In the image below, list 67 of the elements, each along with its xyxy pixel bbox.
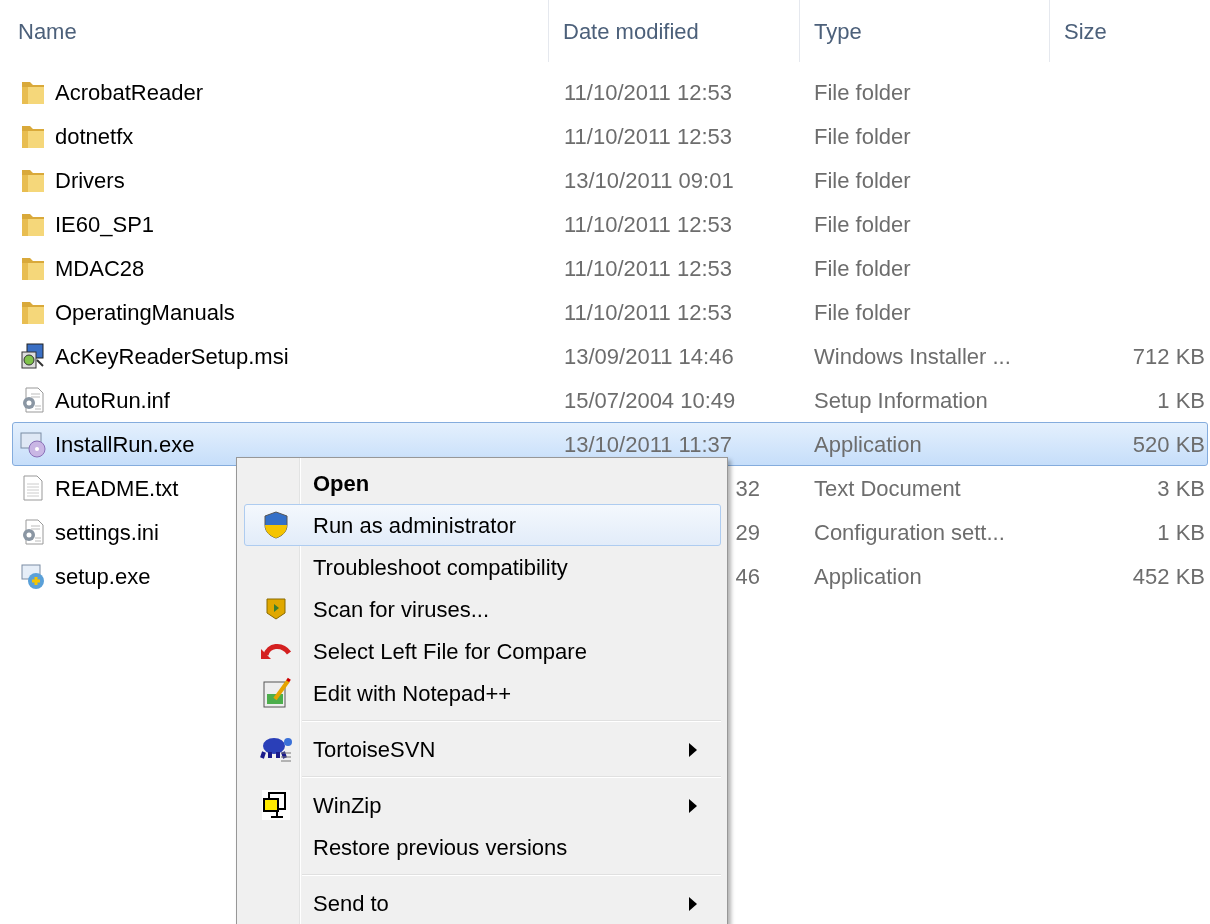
file-type: Configuration sett... [814,519,1005,545]
menu-item[interactable]: Edit with Notepad++ [244,672,721,714]
menu-item[interactable]: Select Left File for Compare [244,630,721,672]
file-type: File folder [814,255,911,281]
submenu-arrow-icon [688,798,698,814]
file-type: Text Document [814,475,961,501]
setup-icon [19,562,47,590]
date-modified: 11/10/2011 12:53 [564,255,732,281]
date-modified: 15/07/2004 10:49 [564,387,736,413]
menu-item[interactable]: Run as administrator [244,504,721,546]
menu-item[interactable]: Send to [244,882,721,924]
file-name[interactable]: settings.ini [55,515,159,549]
date-modified: 13/10/2011 11:37 [564,431,732,457]
column-header[interactable]: Name [0,0,549,62]
file-name[interactable]: IE60_SP1 [55,207,155,241]
notepad-icon [261,677,291,709]
file-name[interactable]: AcrobatReader [55,75,203,109]
menu-item[interactable]: WinZip [244,784,721,826]
date-modified: 13/10/2011 09:01 [564,167,734,193]
folder-monitor-icon [261,789,291,821]
date-modified: 11/10/2011 12:53 [564,299,732,325]
submenu-arrow-icon [688,896,698,912]
file-name[interactable]: OperatingManuals [55,295,235,329]
file-name[interactable]: setup.exe [55,559,151,593]
file-type: File folder [814,123,911,149]
file-size: 1 KB [1157,519,1205,545]
installer-icon [19,342,47,370]
file-type: Windows Installer ... [814,343,1011,369]
file-name: InstallRun.exe [55,430,195,459]
file-size: 520 KB [1132,431,1205,457]
file-type: File folder [814,299,911,325]
undo-arrow-icon [260,641,292,661]
file-type: File folder [814,167,911,193]
shield-icon [263,511,289,539]
scan-shield-icon [265,597,287,621]
file-name[interactable]: AutoRun.inf [55,383,170,417]
date-modified: 11/10/2011 12:53 [564,123,732,149]
file-type: Application [814,563,922,589]
file-type: Setup Information [814,387,988,413]
file-name[interactable]: dotnetfx [55,119,134,153]
date-modified: 13/09/2011 14:46 [564,343,734,369]
menu-item[interactable]: Restore previous versions [244,826,721,868]
file-name[interactable]: README.txt [55,471,179,505]
file-name[interactable]: AcKeyReaderSetup.msi [55,339,289,373]
file-size: 3 KB [1157,475,1205,501]
file-name[interactable]: MDAC28 [55,251,145,285]
date-modified: 46 [735,563,760,589]
file-size: 712 KB [1132,343,1205,369]
file-size: 1 KB [1157,387,1205,413]
column-header[interactable]: Date modified [549,0,800,62]
menu-item[interactable]: Scan for viruses... [244,588,721,630]
date-modified: 29 [735,519,760,545]
menu-item[interactable]: Troubleshoot compatibility [244,546,721,588]
column-header[interactable]: Size [1050,0,1210,62]
selected-file-row[interactable]: InstallRun.exe 13/10/2011 11:37 Application 520 KB [12,422,1208,466]
file-size: 452 KB [1132,563,1205,589]
file-type: File folder [814,79,911,105]
date-modified: 11/10/2011 12:53 [564,79,732,105]
menu-item[interactable]: TortoiseSVN [244,728,721,770]
file-type: File folder [814,211,911,237]
date-modified: 11/10/2011 12:53 [564,211,732,237]
file-type: Application [814,431,922,457]
submenu-arrow-icon [688,742,698,758]
column-header[interactable]: Type [800,0,1050,62]
file-name[interactable]: Drivers [55,163,125,197]
program-icon [19,430,47,458]
date-modified: 32 [735,475,760,501]
